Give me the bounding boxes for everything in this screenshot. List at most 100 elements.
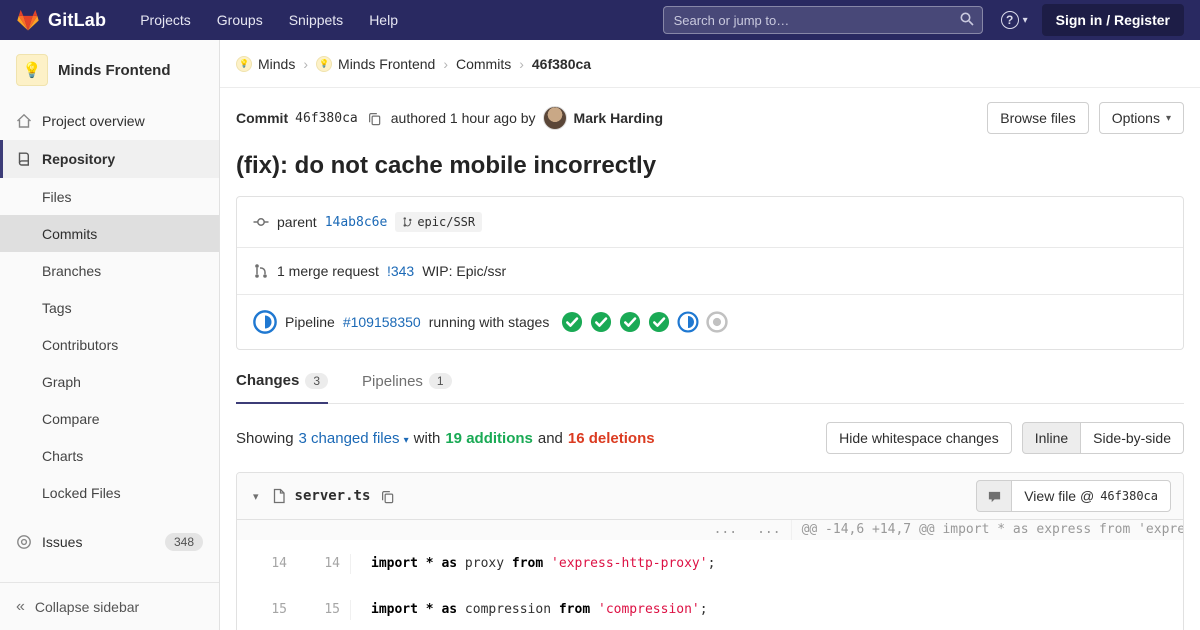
diff-line: ...... @@ -14,6 +14,7 @@ import * as expr… [237, 520, 1183, 540]
sidebar-item-compare[interactable]: Compare [0, 400, 219, 437]
collapse-diff-icon[interactable]: ▾ [249, 490, 263, 503]
search-icon[interactable] [959, 11, 975, 32]
parent-sha-link[interactable]: 14ab8c6e [325, 215, 388, 230]
gitlab-logo[interactable]: GitLab [16, 9, 106, 32]
commit-title: (fix): do not cache mobile incorrectly [236, 152, 657, 179]
commit-icon [253, 214, 269, 230]
ci-status-created-icon[interactable] [706, 311, 729, 333]
hide-whitespace-button[interactable]: Hide whitespace changes [826, 422, 1012, 454]
sidebar-item-files[interactable]: Files [0, 178, 219, 215]
copy-file-path-icon[interactable] [380, 489, 395, 504]
pipeline-stages [561, 311, 729, 333]
diff-file-name[interactable]: server.ts [295, 488, 371, 504]
sidebar-item-contributors[interactable]: Contributors [0, 326, 219, 363]
inline-view-button[interactable]: Inline [1021, 422, 1082, 454]
old-line-number[interactable]: ... [237, 520, 748, 540]
nav-item-help[interactable]: Help [359, 6, 408, 34]
ci-status-success-icon[interactable] [619, 311, 641, 333]
sidebar-item-label: Project overview [42, 113, 145, 129]
sidebar-item-branches[interactable]: Branches [0, 252, 219, 289]
diff-file-header: ▾ server.ts View file @ 46f380ca [237, 473, 1183, 520]
ci-status-success-icon[interactable] [561, 311, 583, 333]
merge-request-icon [253, 263, 269, 279]
view-file-sha: 46f380ca [1100, 489, 1158, 503]
pipeline-id-link[interactable]: #109158350 [343, 314, 421, 330]
hide-whitespace-label: Hide whitespace changes [839, 430, 999, 446]
browse-files-button[interactable]: Browse files [987, 102, 1089, 134]
book-icon [16, 151, 32, 167]
view-mode-toggle: Inline Side-by-side [1021, 422, 1184, 454]
authored-text: authored 1 hour ago by [390, 110, 536, 126]
sidebar-section-repository: Repository Files Commits Branches Tags Contr… [0, 140, 219, 511]
breadcrumb-label: 46f380ca [531, 55, 592, 72]
nav-item-groups[interactable]: Groups [207, 6, 273, 34]
side-by-side-view-button[interactable]: Side-by-side [1080, 422, 1184, 454]
new-line-number[interactable]: 15 [307, 600, 351, 620]
diff-line-code: import * as compression from 'compressio… [371, 602, 708, 617]
changed-files-dropdown[interactable]: 3 changed files ▾ [299, 430, 409, 447]
author-avatar[interactable] [542, 106, 567, 130]
collapse-sidebar-button[interactable]: « Collapse sidebar [0, 582, 219, 630]
old-line-number[interactable]: 15 [253, 600, 297, 620]
diff-line: 14 14 import * as proxy from 'express-http… [237, 540, 747, 586]
pipeline-label: Pipeline [285, 314, 335, 330]
project-avatar: 💡 [316, 55, 333, 72]
breadcrumb-minds-frontend[interactable]: 💡 Minds Frontend [316, 55, 436, 72]
sidebar-item-locked-files[interactable]: Locked Files [0, 474, 219, 511]
breadcrumb-commits[interactable]: Commits [456, 56, 511, 72]
old-line-number[interactable]: 14 [253, 554, 297, 574]
mr-count-text: 1 merge request [277, 263, 379, 279]
breadcrumb-label: Minds [258, 55, 296, 72]
new-line-number[interactable]: 14 [307, 554, 351, 574]
sidebar-item-graph[interactable]: Graph [0, 363, 219, 400]
project-name: Minds Frontend [58, 61, 171, 79]
collapse-label: Collapse sidebar [34, 598, 140, 615]
breadcrumb-minds[interactable]: 💡 Minds [236, 55, 296, 72]
sidebar-item-label: Repository [42, 151, 116, 167]
sidebar-item-commits[interactable]: Commits [0, 215, 219, 252]
chevron-down-icon: ▾ [403, 434, 409, 446]
nav-item-snippets[interactable]: Snippets [279, 6, 353, 34]
ci-status-success-icon[interactable] [648, 311, 670, 333]
sidebar-item-tags[interactable]: Tags [0, 289, 219, 326]
tab-pipelines[interactable]: Pipelines 1 [362, 372, 452, 403]
file-icon [271, 488, 287, 504]
diff-line: 15 15 import * as compression from 'compre… [237, 586, 747, 630]
project-context[interactable]: 💡 Minds Frontend [0, 40, 219, 98]
diff-view-controls: Hide whitespace changes Inline Side-by-s… [826, 422, 1184, 454]
sidebar-item-project-overview[interactable]: Project overview [0, 102, 219, 140]
sidebar-item-repository[interactable]: Repository [0, 140, 219, 178]
new-line-number[interactable]: ... [747, 520, 792, 540]
tab-changes[interactable]: Changes 3 [236, 372, 329, 404]
sign-in-button[interactable]: Sign in / Register [1041, 4, 1184, 36]
view-file-button[interactable]: View file @ 46f380ca [1011, 480, 1171, 512]
sidebar-item-charts[interactable]: Charts [0, 437, 219, 474]
pipeline-running-icon[interactable] [253, 310, 277, 334]
toggle-comments-button[interactable] [976, 480, 1013, 512]
diff-summary-row: Showing 3 changed files ▾ with 19 additi… [236, 422, 1184, 454]
breadcrumb-separator: › [443, 55, 448, 72]
diff-line-code: @@ -14,6 +14,7 @@ import * as express fr… [791, 520, 1183, 540]
copy-commit-sha-icon[interactable] [367, 111, 382, 126]
breadcrumb-current-sha: 46f380ca [532, 56, 591, 72]
author-name[interactable]: Mark Harding [574, 110, 663, 126]
mr-ref-link[interactable]: !343 [387, 263, 414, 279]
branch-badge[interactable]: epic/SSR [395, 212, 483, 232]
ci-status-success-icon[interactable] [590, 311, 612, 333]
nav-item-projects[interactable]: Projects [130, 6, 201, 34]
diff-line-code: import * as proxy from 'express-http-pro… [371, 556, 716, 571]
inline-label: Inline [1034, 430, 1069, 446]
side-by-side-label: Side-by-side [1093, 430, 1171, 446]
with-text: with [413, 429, 441, 447]
breadcrumb-label: Minds Frontend [338, 55, 436, 72]
options-dropdown-button[interactable]: Options ▾ [1098, 102, 1184, 134]
ci-status-running-icon[interactable] [677, 311, 699, 333]
sidebar: 💡 Minds Frontend Project overview Reposi… [0, 40, 220, 630]
branch-icon [403, 217, 412, 227]
merge-request-row: 1 merge request !343 WIP: Epic/ssr [237, 247, 1183, 294]
sidebar-item-issues[interactable]: Issues 348 [0, 523, 219, 561]
diff-file: ▾ server.ts View file @ 46f380ca ... ...… [236, 472, 1184, 630]
help-menu[interactable]: ? ▾ [1000, 11, 1028, 29]
sidebar-item-label: Issues [42, 534, 83, 550]
search-input[interactable] [662, 6, 983, 34]
